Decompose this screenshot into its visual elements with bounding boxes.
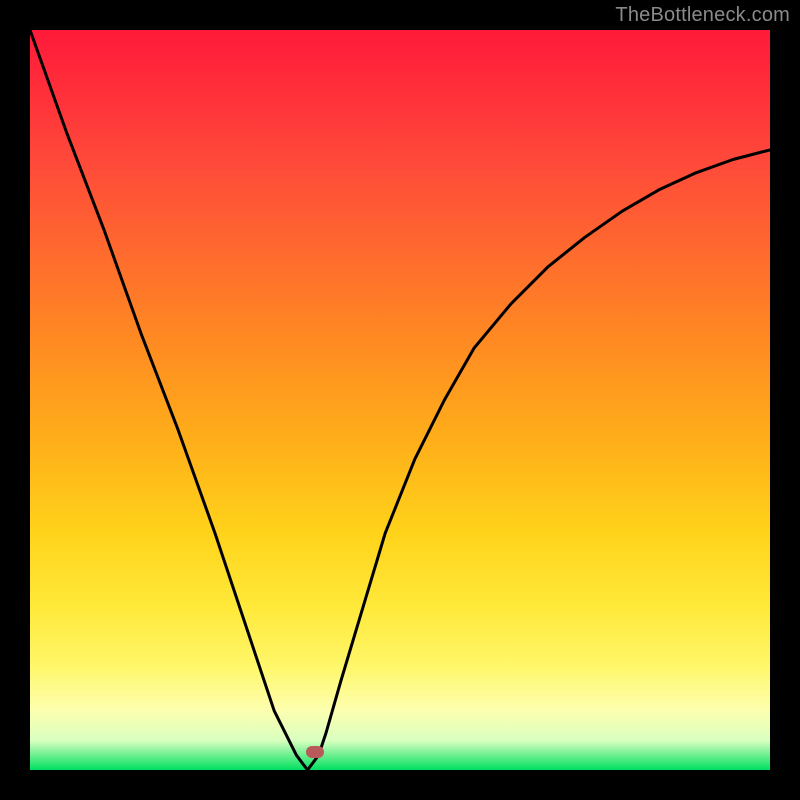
plot-area [30, 30, 770, 770]
watermark-text: TheBottleneck.com [615, 4, 790, 27]
bottleneck-curve [30, 30, 770, 770]
optimal-point-marker [306, 746, 324, 758]
chart-frame: TheBottleneck.com [0, 0, 800, 800]
